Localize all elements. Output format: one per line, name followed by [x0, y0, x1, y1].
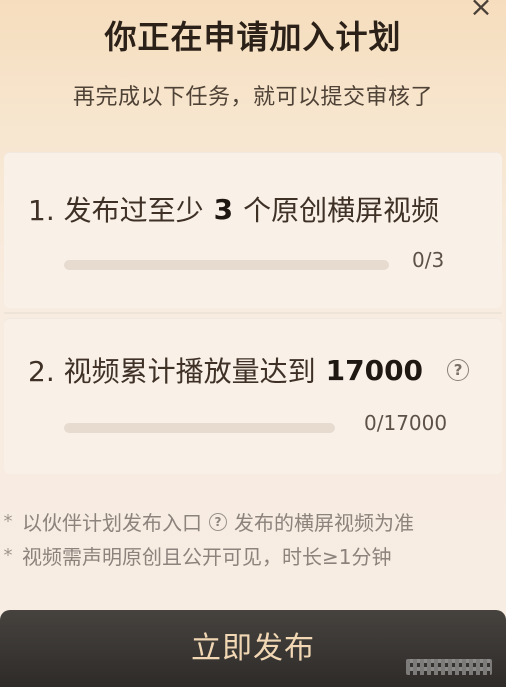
watermark	[406, 659, 492, 675]
task-2-progress-current: 0	[364, 411, 377, 435]
task-2-progress-text: 0/17000	[364, 411, 447, 435]
task-2-highlight: 17000	[325, 353, 424, 387]
page-title: 你正在申请加入计划	[104, 18, 402, 56]
note-line-2-text: 视频需声明原创且公开可见，时长≥1分钟	[22, 545, 392, 569]
task-2-progress-bar	[64, 423, 335, 433]
question-circle-icon[interactable]: ?	[447, 359, 470, 381]
task-card-2: 2. 视频累计播放量达到 17000 ? 0/17000	[4, 318, 502, 474]
task-1-description: 1. 发布过至少 3 个原创横屏视频	[28, 189, 482, 229]
note-line-1: * 以伙伴计划发布入口 ? 发布的横屏视频为准	[0, 507, 415, 536]
task-1-suffix: 个原创横屏视频	[243, 194, 440, 227]
note-line-2: * 视频需声明原创且公开可见，时长≥1分钟	[0, 541, 392, 570]
note-bullet-2: *	[3, 545, 13, 566]
task-1-prefix: 1. 发布过至少	[28, 194, 204, 227]
task-1-progress-total: /3	[424, 248, 445, 272]
task-1-progress-text: 0/3	[412, 248, 444, 272]
page-subtitle: 再完成以下任务，就可以提交审核了	[72, 85, 433, 110]
task-2-prefix: 2. 视频累计播放量达到	[28, 355, 316, 388]
task-card-1: 1. 发布过至少 3 个原创横屏视频 0/3	[4, 152, 502, 308]
task-1-progress-bar	[64, 260, 389, 270]
publish-button[interactable]: 立即发布	[0, 610, 506, 687]
note-line-1-suffix: 发布的横屏视频为准	[234, 511, 414, 535]
task-1-highlight: 3	[213, 192, 234, 226]
note-line-1-prefix: 以伙伴计划发布入口	[22, 511, 202, 535]
task-divider	[4, 312, 502, 314]
task-2-progress-total: /17000	[376, 411, 448, 435]
question-circle-icon[interactable]: ?	[209, 512, 227, 531]
note-bullet-1: *	[3, 511, 13, 532]
task-2-description: 2. 视频累计播放量达到 17000 ?	[28, 350, 482, 390]
task-1-progress-current: 0	[412, 248, 425, 272]
